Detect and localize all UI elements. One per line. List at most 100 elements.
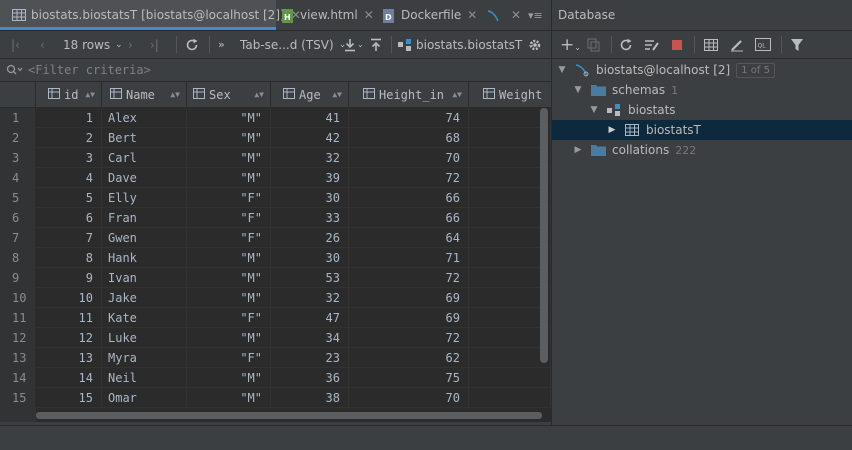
- last-page-button[interactable]: ›|: [150, 31, 159, 58]
- cell-id[interactable]: 15: [36, 388, 102, 408]
- cell-sex[interactable]: "M": [187, 268, 271, 288]
- cell-height-in[interactable]: 71: [349, 248, 469, 268]
- more-actions-icon[interactable]: »: [218, 31, 225, 58]
- cell-sex[interactable]: "M": [187, 388, 271, 408]
- cell-weight[interactable]: [469, 208, 551, 228]
- vertical-scrollbar[interactable]: [540, 108, 548, 363]
- column-header-age[interactable]: Age ▲▼: [271, 82, 349, 107]
- collapse-arrow-icon[interactable]: ▼: [556, 65, 568, 75]
- cell-weight[interactable]: [469, 108, 551, 128]
- expand-arrow-icon[interactable]: ▶: [606, 125, 618, 135]
- cell-id[interactable]: 3: [36, 148, 102, 168]
- cell-id[interactable]: 14: [36, 368, 102, 388]
- cell-id[interactable]: 9: [36, 268, 102, 288]
- cell-weight[interactable]: [469, 168, 551, 188]
- table-row[interactable]: 9 9 Ivan "M" 53 72: [0, 268, 551, 288]
- expand-arrow-icon[interactable]: ▶: [572, 145, 584, 155]
- add-datasource-button[interactable]: + ⌄: [560, 31, 581, 58]
- cell-id[interactable]: 10: [36, 288, 102, 308]
- table-row[interactable]: 11 11 Kate "F" 47 69: [0, 308, 551, 328]
- cell-height-in[interactable]: 74: [349, 108, 469, 128]
- close-tab-icon[interactable]: ✕: [364, 8, 374, 22]
- cell-name[interactable]: Luke: [102, 328, 187, 348]
- column-header-weight[interactable]: Weight: [469, 82, 551, 107]
- column-header-id[interactable]: id ▲▼: [36, 82, 102, 107]
- table-row[interactable]: 12 12 Luke "M" 34 72: [0, 328, 551, 348]
- table-row[interactable]: 15 15 Omar "M" 38 70: [0, 388, 551, 408]
- cell-age[interactable]: 34: [271, 328, 349, 348]
- tree-node-datasource[interactable]: ▼ biostats@localhost [2] 1 of 5: [552, 60, 852, 80]
- cell-name[interactable]: Neil: [102, 368, 187, 388]
- cell-height-in[interactable]: 64: [349, 228, 469, 248]
- cell-name[interactable]: Fran: [102, 208, 187, 228]
- cell-weight[interactable]: [469, 148, 551, 168]
- collapse-arrow-icon[interactable]: ▼: [572, 85, 584, 95]
- cell-name[interactable]: Carl: [102, 148, 187, 168]
- table-row[interactable]: 6 6 Fran "F" 33 66: [0, 208, 551, 228]
- cell-weight[interactable]: [469, 388, 551, 408]
- cell-name[interactable]: Bert: [102, 128, 187, 148]
- sort-icon[interactable]: ▲▼: [332, 90, 342, 99]
- cell-weight[interactable]: [469, 288, 551, 308]
- cell-sex[interactable]: "M": [187, 288, 271, 308]
- cell-age[interactable]: 30: [271, 248, 349, 268]
- rows-count-dropdown[interactable]: 18 rows ⌄: [63, 31, 123, 58]
- sql-console-button[interactable]: QL: [755, 31, 771, 58]
- cell-id[interactable]: 8: [36, 248, 102, 268]
- table-row[interactable]: 7 7 Gwen "F" 26 64: [0, 228, 551, 248]
- tab-datasource[interactable]: ✕: [486, 0, 526, 30]
- table-row[interactable]: 5 5 Elly "F" 30 66: [0, 188, 551, 208]
- cell-age[interactable]: 47: [271, 308, 349, 328]
- stop-button[interactable]: [672, 31, 682, 58]
- cell-sex[interactable]: "M": [187, 328, 271, 348]
- collapse-arrow-icon[interactable]: ▼: [588, 105, 600, 115]
- next-page-button[interactable]: ›: [128, 31, 133, 58]
- cell-age[interactable]: 53: [271, 268, 349, 288]
- first-page-button[interactable]: |‹: [11, 31, 20, 58]
- table-row[interactable]: 3 3 Carl "M" 32 70: [0, 148, 551, 168]
- cell-name[interactable]: Alex: [102, 108, 187, 128]
- cell-weight[interactable]: [469, 228, 551, 248]
- cell-name[interactable]: Kate: [102, 308, 187, 328]
- cell-age[interactable]: 41: [271, 108, 349, 128]
- table-row[interactable]: 14 14 Neil "M" 36 75: [0, 368, 551, 388]
- cell-id[interactable]: 11: [36, 308, 102, 328]
- import-button[interactable]: [369, 31, 383, 58]
- export-button[interactable]: ⌄: [343, 31, 364, 58]
- cell-age[interactable]: 32: [271, 148, 349, 168]
- sort-icon[interactable]: ▲▼: [254, 90, 264, 99]
- cell-id[interactable]: 5: [36, 188, 102, 208]
- settings-button[interactable]: [528, 31, 542, 58]
- cell-height-in[interactable]: 72: [349, 168, 469, 188]
- tree-node-collations[interactable]: ▶ collations 222: [552, 140, 852, 160]
- cell-sex[interactable]: "F": [187, 308, 271, 328]
- cell-sex[interactable]: "M": [187, 148, 271, 168]
- duplicate-button[interactable]: [587, 31, 601, 58]
- cell-height-in[interactable]: 75: [349, 368, 469, 388]
- filter-button[interactable]: [790, 31, 804, 58]
- cell-age[interactable]: 36: [271, 368, 349, 388]
- cell-sex[interactable]: "F": [187, 208, 271, 228]
- cell-height-in[interactable]: 69: [349, 288, 469, 308]
- filter-criteria-input[interactable]: <Filter criteria>: [28, 63, 151, 77]
- refresh-button[interactable]: [619, 31, 633, 58]
- table-row[interactable]: 4 4 Dave "M" 39 72: [0, 168, 551, 188]
- cell-weight[interactable]: [469, 128, 551, 148]
- cell-height-in[interactable]: 72: [349, 328, 469, 348]
- column-header-sex[interactable]: Sex ▲▼: [187, 82, 271, 107]
- column-header-height-in[interactable]: Height_in ▲▼: [349, 82, 469, 107]
- tab-dockerfile[interactable]: D Dockerfile ✕: [382, 0, 482, 30]
- cell-height-in[interactable]: 69: [349, 308, 469, 328]
- cell-name[interactable]: Jake: [102, 288, 187, 308]
- cell-name[interactable]: Gwen: [102, 228, 187, 248]
- column-header-name[interactable]: Name ▲▼: [102, 82, 187, 107]
- table-row[interactable]: 10 10 Jake "M" 32 69: [0, 288, 551, 308]
- cell-id[interactable]: 2: [36, 128, 102, 148]
- close-tab-icon[interactable]: ✕: [467, 8, 477, 22]
- cell-weight[interactable]: [469, 328, 551, 348]
- cell-age[interactable]: 38: [271, 388, 349, 408]
- table-editor-button[interactable]: [704, 31, 718, 58]
- close-tab-icon[interactable]: ✕: [511, 8, 521, 22]
- table-row[interactable]: 8 8 Hank "M" 30 71: [0, 248, 551, 268]
- previous-page-button[interactable]: ‹: [40, 31, 45, 58]
